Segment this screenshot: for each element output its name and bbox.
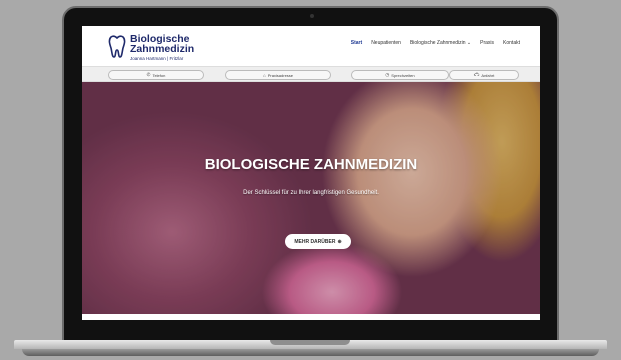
main-nav: Start Neupatienten Biologische Zahnmediz… — [351, 40, 520, 46]
telefon-label: Telefon — [152, 72, 166, 78]
praxisadresse-label: Praxisadresse — [267, 72, 294, 78]
nav-item-biologische-zahnmedizin[interactable]: Biologische Zahnmedizin ⌄ — [410, 40, 471, 46]
nav-item-start[interactable]: Start — [351, 40, 362, 46]
browser-viewport: Biologische Zahnmedizin Joanna Hartmann … — [82, 26, 540, 320]
nav-item-neupatienten[interactable]: Neupatienten — [371, 40, 401, 46]
logo-subtitle: Joanna Hartmann | Fritzlar — [130, 56, 184, 61]
anfahrt-button[interactable]: 🚗︎ Anfahrt — [449, 70, 519, 80]
camera-icon — [310, 14, 314, 18]
phone-icon: ✆ — [146, 72, 151, 77]
nav-item-kontakt[interactable]: Kontakt — [503, 40, 520, 46]
home-icon: ⌂ — [262, 72, 266, 78]
logo-title: Biologische Zahnmedizin — [130, 33, 195, 55]
clock-icon: ◷ — [385, 72, 390, 77]
quick-info-bar: ✆ Telefon ⌂ Praxisadresse ◷ Sprechzeiten… — [82, 66, 540, 82]
site-header: Biologische Zahnmedizin Joanna Hartmann … — [82, 26, 540, 66]
car-icon: 🚗︎ — [473, 72, 480, 77]
laptop-base — [0, 340, 621, 360]
page-bottom — [82, 314, 540, 320]
telefon-button[interactable]: ✆ Telefon — [108, 70, 204, 80]
laptop-frame: Biologische Zahnmedizin Joanna Hartmann … — [62, 6, 559, 344]
nav-item-label: Biologische Zahnmedizin — [409, 40, 466, 46]
hero-title: BIOLOGISCHE ZAHNMEDIZIN — [204, 156, 418, 173]
logo[interactable]: Biologische Zahnmedizin Joanna Hartmann … — [108, 34, 218, 62]
laptop-base-notch — [270, 340, 350, 345]
sprechzeiten-label: Sprechzeiten — [391, 72, 415, 78]
anfahrt-label: Anfahrt — [481, 72, 495, 78]
hero-slider: BIOLOGISCHE ZAHNMEDIZIN Der Schlüssel fü… — [82, 82, 540, 314]
praxisadresse-button[interactable]: ⌂ Praxisadresse — [225, 70, 331, 80]
sprechzeiten-button[interactable]: ◷ Sprechzeiten — [351, 70, 449, 80]
chevron-down-icon: ⌄ — [466, 40, 472, 46]
hero-image — [82, 82, 540, 314]
mehr-darueber-label: MEHR DARÜBER — [294, 238, 336, 245]
mehr-darueber-button[interactable]: MEHR DARÜBER ⊕ — [285, 234, 351, 249]
tooth-icon — [108, 35, 126, 58]
arrow-circle-icon: ⊕ — [337, 238, 342, 245]
nav-item-praxis[interactable]: Praxis — [480, 40, 494, 46]
laptop-base-bottom — [22, 349, 599, 356]
hero-subtitle: Der Schlüssel für zu Ihrer langfristigen… — [243, 190, 379, 196]
